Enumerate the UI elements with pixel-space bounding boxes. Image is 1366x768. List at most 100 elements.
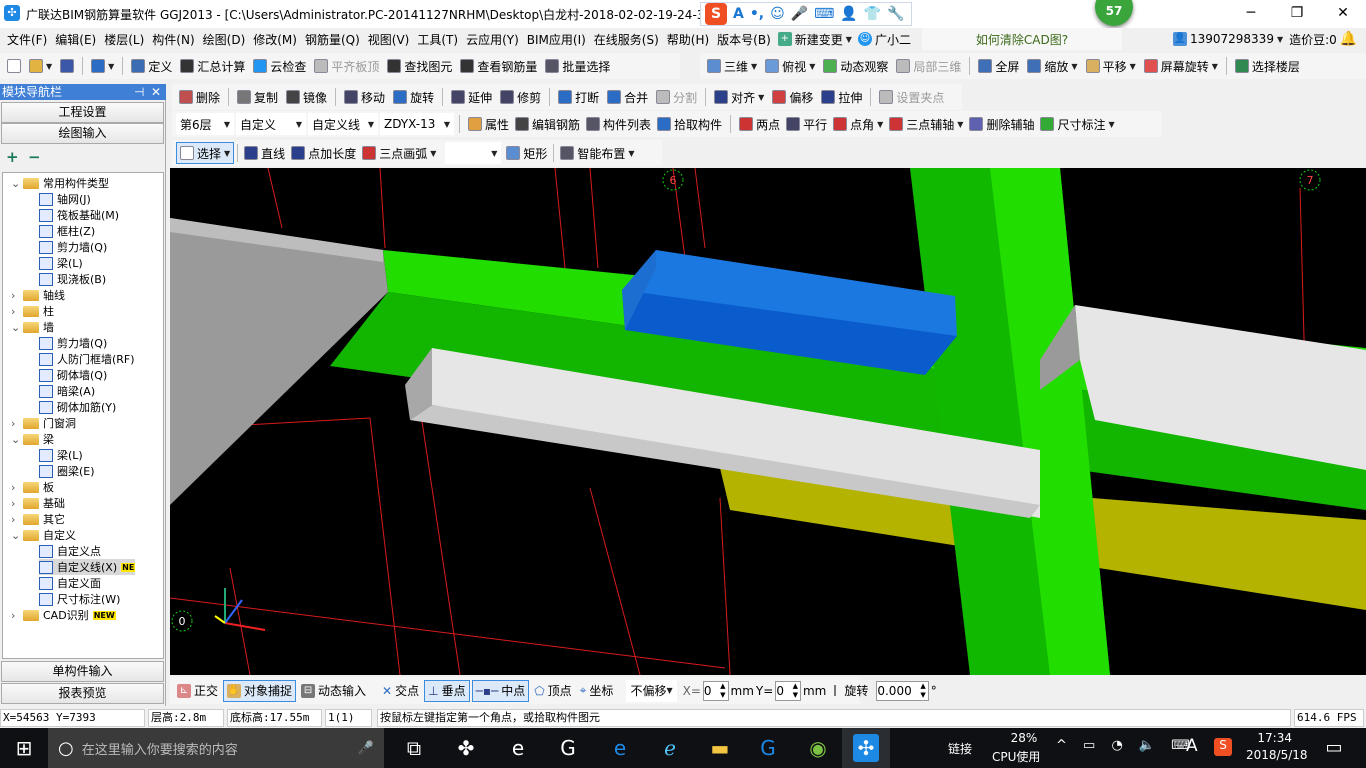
assistant-button[interactable]: ☺ 广小二 [855,28,914,50]
tree-folder[interactable]: ⌄ 自定义 [11,527,76,543]
ie-browser-icon[interactable]: e [502,732,534,764]
ime-tool-icon[interactable]: 🎤 [791,6,808,22]
restore-button[interactable]: ❐ [1274,0,1320,28]
rotate-screen-button[interactable]: 屏幕旋转 ▼ [1141,55,1221,77]
bell-icon[interactable]: 🔔 [1340,31,1357,47]
sigma-button[interactable]: 汇总计算 [177,55,248,77]
tree-folder[interactable]: › 门窗洞 [11,415,76,431]
dropdown-arrow-icon[interactable]: ▼ [751,62,757,71]
split-button[interactable]: 分割 [653,86,700,108]
extend-button[interactable]: 延伸 [448,86,495,108]
midpoint-snap[interactable]: ─▪─ 中点 [471,679,530,702]
point-length-button[interactable]: 点加长度 [288,142,359,164]
arc-button[interactable]: 三点画弧 ▼ [359,142,439,164]
microphone-icon[interactable]: 🎤 [358,741,374,756]
object-snap-toggle[interactable]: ✋ 对象捕捉 [223,679,297,702]
tree-folder[interactable]: ⌄ 梁 [11,431,54,447]
tree-folder[interactable]: › 轴线 [11,287,65,303]
coordinate-snap[interactable]: ⌖ 坐标 [577,680,617,702]
clock-date[interactable]: 2018/5/18 [1246,748,1308,762]
two-point-axis-button[interactable]: 两点 [736,113,783,135]
break-button[interactable]: 打断 [555,86,602,108]
menu-item[interactable]: 云应用(Y) [462,31,523,48]
expand-chevron-icon[interactable]: › [11,481,19,494]
offset-button[interactable]: 偏移 [769,86,816,108]
file-explorer-icon[interactable]: ▬ [704,732,736,764]
tray-icons[interactable]: ^ ▭ ◔ 🔈 ⌨ [1056,738,1196,753]
tree-item[interactable]: 暗梁(A) [39,383,95,399]
ime-indicator[interactable]: A [1186,736,1198,756]
help-link[interactable]: 如何清除CAD图? [976,31,1068,48]
tree-item[interactable]: 自定义面 [39,575,101,591]
ime-tool-icon[interactable]: 👤 [840,6,857,22]
tree-item[interactable]: 人防门框墙(RF) [39,351,135,367]
pan-button[interactable]: 平移 ▼ [1083,55,1139,77]
new-change-button[interactable]: + 新建变更 ▼ [775,28,855,50]
y-offset-input[interactable]: 0 ▲ ▼ [775,680,801,701]
select-floor-button[interactable]: 选择楼层 [1232,55,1303,77]
ime-tool-icon[interactable]: ☺ [770,6,785,22]
edge-icon[interactable]: e [604,732,636,764]
type-select[interactable]: 自定义线 ▼ [308,113,378,135]
rectangle-button[interactable]: 矩形 [503,142,550,164]
menu-item[interactable]: 视图(V) [364,31,414,48]
menu-item[interactable]: 构件(N) [148,31,198,48]
batch-select-button[interactable]: 批量选择 [542,55,613,77]
perpendicular-snap[interactable]: ⊥ 垂点 [424,679,470,702]
sogou-tray-icon[interactable]: S [1214,738,1232,756]
menu-item[interactable]: 版本号(B) [713,31,775,48]
mirror-button[interactable]: 镜像 [283,86,330,108]
notification-badge[interactable]: 57 [1095,0,1133,26]
trim-button[interactable]: 修剪 [497,86,544,108]
green-app-icon[interactable]: ◉ [802,732,834,764]
expand-all-icon[interactable]: + [6,148,19,166]
tree-item[interactable]: 自定义点 [39,543,101,559]
tree-folder[interactable]: › 基础 [11,495,65,511]
menu-item[interactable]: 钢筋量(Q) [301,31,364,48]
start-button[interactable]: ⊞ [8,732,40,764]
binoculars-button[interactable]: 查找图元 [384,55,455,77]
zoom-button[interactable]: 缩放 ▼ [1024,55,1080,77]
dropdown-arrow-icon[interactable]: ▼ [809,62,815,71]
tree-folder[interactable]: › CAD识别 NEW [11,607,116,623]
user-account[interactable]: 👤 13907298339 ▼ [1170,28,1286,50]
rebar-view-button[interactable]: 查看钢筋量 [457,55,540,77]
edit-rebar-button[interactable]: 编辑钢筋 [512,113,583,135]
drawing-input-button[interactable]: 绘图输入 [1,123,164,144]
tree-item[interactable]: 梁(L) [39,447,83,463]
undo-button[interactable]: ▼ [88,55,117,77]
dropdown-arrow-icon[interactable]: ▼ [1212,62,1218,71]
cloud-check-button[interactable]: 云检查 [250,55,309,77]
tree-item[interactable]: 剪力墙(Q) [39,335,107,351]
collapse-chevron-icon[interactable]: ⌄ [11,433,20,446]
swirl-app-icon[interactable]: G [552,732,584,764]
panel-close-icon[interactable]: ✕ [151,84,161,100]
align-button[interactable]: 对齐 ▼ [711,86,767,108]
component-list-button[interactable]: 构件列表 [583,113,654,135]
tree-item[interactable]: 剪力墙(Q) [39,239,107,255]
dropdown-arrow-icon[interactable]: ▼ [1071,62,1077,71]
new-file-button[interactable] [4,55,24,77]
three-point-axis-button[interactable]: 三点辅轴 ▼ [886,113,966,135]
rotate-button[interactable]: 旋转 [390,86,437,108]
x-offset-input[interactable]: 0 ▲ ▼ [702,680,729,701]
3d-box-button[interactable]: 三维 ▼ [704,55,760,77]
ime-tool-icon[interactable]: A [733,6,744,22]
point-angle-axis-button[interactable]: 点角 ▼ [830,113,886,135]
stretch-button[interactable]: 拉伸 [818,86,865,108]
tree-item[interactable]: 现浇板(B) [39,271,106,287]
ime-tool-icon[interactable]: •, [750,6,764,22]
dropdown-arrow-icon[interactable]: ▼ [628,149,634,158]
vertex-snap[interactable]: ⬠ 顶点 [531,680,574,702]
expand-chevron-icon[interactable]: › [11,289,19,302]
dropdown-arrow-icon[interactable]: ▼ [430,149,436,158]
tree-item[interactable]: 梁(L) [39,255,83,271]
parallel-axis-button[interactable]: 平行 [783,113,830,135]
ime-tool-icon[interactable]: ⌨ [814,6,834,22]
dimension-button[interactable]: 尺寸标注 ▼ [1037,113,1117,135]
close-button[interactable]: ✕ [1320,0,1366,28]
tree-item[interactable]: 尺寸标注(W) [39,591,120,607]
intersection-snap[interactable]: ✕ 交点 [379,680,422,702]
define-button[interactable]: 定义 [128,55,175,77]
3d-scene[interactable]: 6 7 0 [170,168,1366,675]
